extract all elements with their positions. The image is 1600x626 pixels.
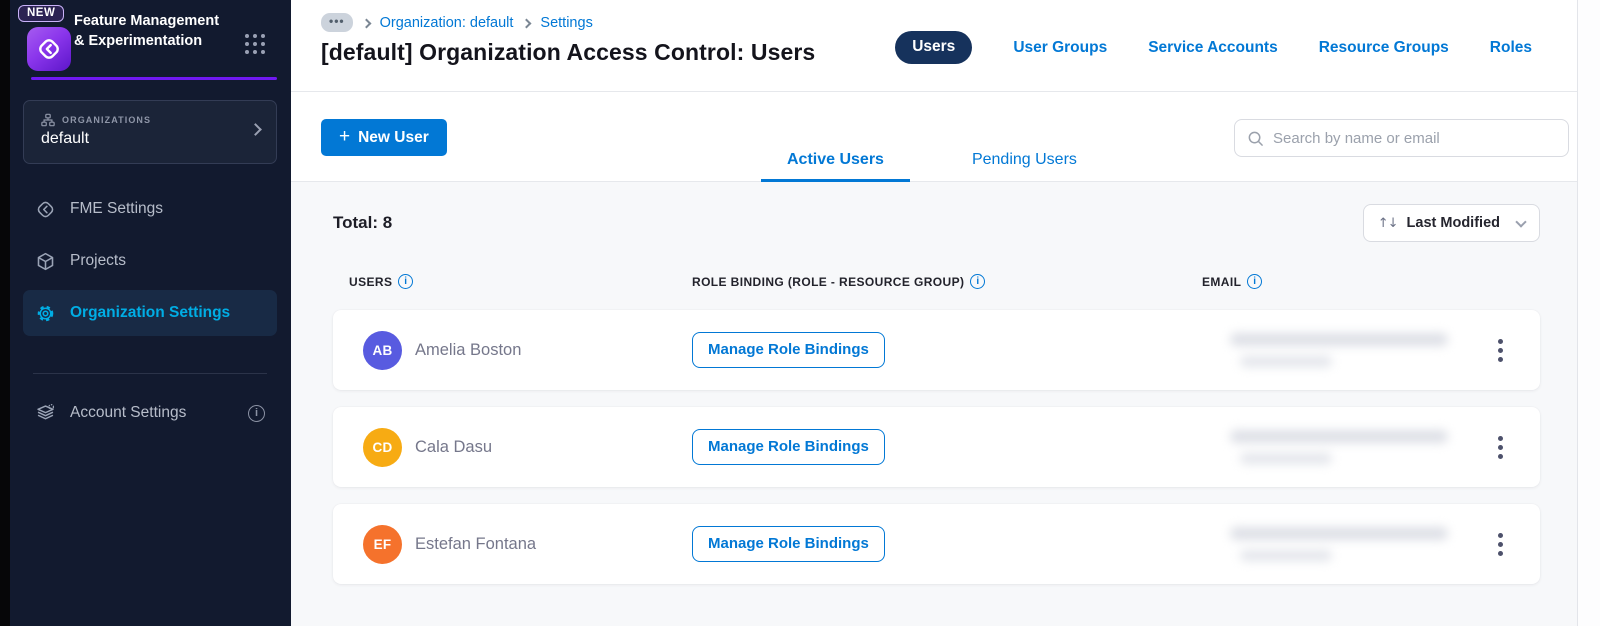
sidebar-item-label: FME Settings: [70, 200, 164, 217]
info-icon[interactable]: i: [398, 274, 414, 289]
avatar: AB: [363, 330, 402, 370]
sort-dropdown[interactable]: ↑↓ Last Modified: [1362, 204, 1540, 242]
search-input[interactable]: [1273, 129, 1556, 147]
kebab-menu-button[interactable]: [1492, 333, 1509, 368]
window-edge-strip: [0, 0, 10, 626]
users-list-panel: Total: 8 ↑↓ Last Modified USERS i ROLE B…: [291, 182, 1577, 626]
tab-roles[interactable]: Roles: [1490, 39, 1532, 57]
column-header-role-binding: ROLE BINDING (ROLE - RESOURCE GROUP): [692, 274, 965, 289]
breadcrumb-link-organization[interactable]: Organization: default: [380, 15, 514, 31]
plus-icon: +: [339, 125, 351, 147]
tab-active-users[interactable]: Active Users: [761, 140, 910, 182]
user-name: Cala Dasu: [415, 437, 493, 456]
sidebar-item-label: Account Settings: [70, 404, 187, 421]
access-control-nav: Users User Groups Service Accounts Resou…: [895, 31, 1532, 64]
sort-label: Last Modified: [1406, 215, 1500, 231]
org-selector-value: default: [41, 130, 90, 147]
main-area: ••• Organization: default Settings [defa…: [291, 0, 1577, 626]
breadcrumb-link-settings[interactable]: Settings: [540, 15, 592, 31]
cube-icon: [37, 252, 54, 270]
search-icon: [1248, 131, 1263, 146]
avatar: CD: [363, 427, 402, 467]
manage-role-bindings-button[interactable]: Manage Role Bindings: [692, 332, 885, 368]
fme-logo-icon: [27, 27, 71, 71]
tab-service-accounts[interactable]: Service Accounts: [1148, 39, 1278, 57]
org-selector-label: ORGANIZATIONS: [62, 115, 152, 125]
tab-resource-groups[interactable]: Resource Groups: [1319, 39, 1449, 57]
brand-accent-rule: [31, 77, 277, 80]
split-icon: [37, 201, 54, 217]
total-count: Total: 8: [333, 213, 393, 232]
sidebar-item-label: Organization Settings: [70, 304, 231, 321]
app-title: Feature Management & Experimentation: [74, 13, 220, 49]
gear-icon: [37, 305, 54, 321]
sidebar-divider: [33, 373, 267, 374]
kebab-menu-button[interactable]: [1492, 430, 1509, 465]
user-name: Estefan Fontana: [415, 534, 537, 553]
sidebar-item-label: Projects: [70, 252, 126, 269]
column-header-users: USERS: [349, 274, 393, 289]
table-row: EF Estefan Fontana Manage Role Bindings: [333, 504, 1540, 584]
breadcrumb: ••• Organization: default Settings: [321, 13, 815, 32]
breadcrumb-ellipsis-button[interactable]: •••: [321, 13, 353, 32]
table-row: AB Amelia Boston Manage Role Bindings: [333, 310, 1540, 390]
info-icon[interactable]: i: [970, 274, 986, 289]
redacted-email: [1202, 527, 1460, 561]
sidebar-item-organization-settings[interactable]: Organization Settings: [23, 290, 277, 336]
tab-user-groups[interactable]: User Groups: [1013, 39, 1107, 57]
scrollbar-gutter[interactable]: [1577, 0, 1600, 626]
tab-pending-users[interactable]: Pending Users: [946, 140, 1103, 182]
column-header-email: EMAIL: [1202, 274, 1242, 289]
sidebar-item-projects[interactable]: Projects: [23, 238, 277, 284]
app-switcher-grid-icon[interactable]: [245, 34, 265, 54]
page-header: ••• Organization: default Settings [defa…: [291, 0, 1577, 92]
user-name: Amelia Boston: [415, 340, 522, 359]
sidebar: NEW Feature Management & Experimentation: [10, 0, 291, 626]
new-user-button[interactable]: + New User: [321, 119, 447, 156]
app-window: NEW Feature Management & Experimentation: [0, 0, 1600, 626]
avatar: EF: [363, 524, 402, 564]
table-header: USERS i ROLE BINDING (ROLE - RESOURCE GR…: [333, 274, 1540, 289]
redacted-email: [1202, 430, 1460, 464]
info-icon: i: [248, 404, 265, 422]
page-title: [default] Organization Access Control: U…: [321, 39, 816, 65]
organization-selector[interactable]: ORGANIZATIONS default: [23, 100, 277, 164]
chevron-down-icon: [1515, 215, 1527, 228]
redacted-email: [1202, 333, 1460, 367]
new-badge: NEW: [18, 5, 65, 22]
chevron-right-icon: [521, 18, 532, 28]
sidebar-header: NEW Feature Management & Experimentation: [10, 0, 291, 80]
table-row: CD Cala Dasu Manage Role Bindings: [333, 407, 1540, 487]
kebab-menu-button[interactable]: [1492, 527, 1509, 562]
sort-arrows-icon: ↑↓: [1377, 215, 1399, 231]
info-icon[interactable]: i: [1247, 274, 1263, 289]
users-table: AB Amelia Boston Manage Role Bindings CD…: [333, 310, 1540, 584]
tab-users[interactable]: Users: [895, 31, 973, 64]
manage-role-bindings-button[interactable]: Manage Role Bindings: [692, 429, 885, 465]
user-state-tabs: Active Users Pending Users: [761, 140, 1103, 182]
sidebar-nav: FME Settings Projects Organization Setti…: [23, 186, 277, 442]
chevron-right-icon: [361, 18, 372, 28]
sidebar-item-fme-settings[interactable]: FME Settings: [23, 186, 277, 232]
toolbar: + New User Active Users Pending Users: [291, 92, 1577, 182]
org-hierarchy-icon: [41, 113, 55, 127]
manage-role-bindings-button[interactable]: Manage Role Bindings: [692, 526, 885, 562]
layers-icon: [37, 403, 55, 419]
search-box: [1234, 119, 1569, 157]
sidebar-item-account-settings[interactable]: Account Settings i: [23, 390, 277, 436]
